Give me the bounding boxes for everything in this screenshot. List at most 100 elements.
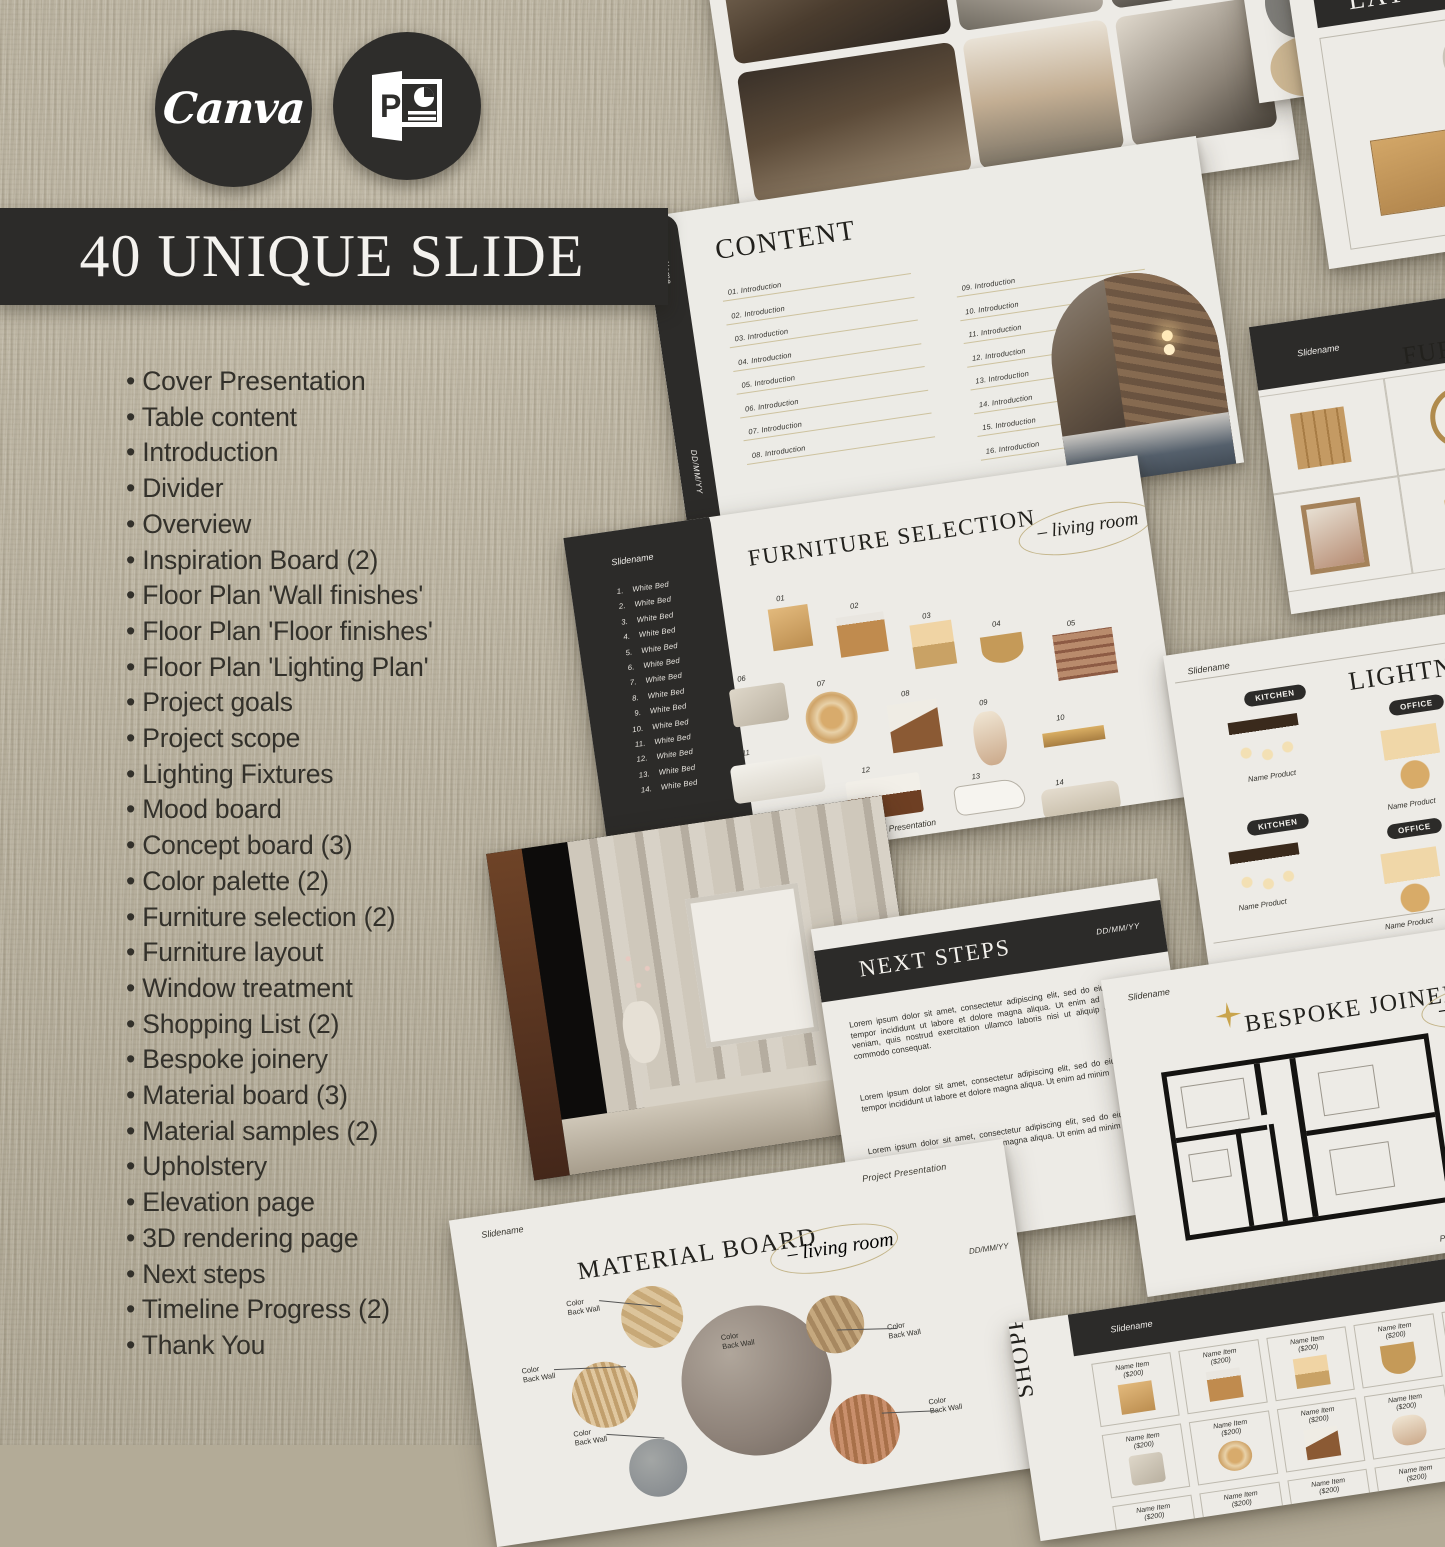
bowl-icon bbox=[979, 631, 1026, 666]
feature-list-item: Floor Plan 'Lighting Plan' bbox=[126, 650, 556, 686]
slide-title: FURNITURE SELECTION bbox=[746, 504, 1038, 571]
slide-title: CONTENT bbox=[713, 214, 859, 267]
material-label: Color Back Wall bbox=[886, 1320, 922, 1341]
room-badge-kitchen: KITCHEN bbox=[1243, 683, 1307, 708]
shopping-item-card[interactable]: Name Item($200) bbox=[1353, 1313, 1443, 1389]
shopping-item-card[interactable]: Name Item($200) bbox=[1091, 1352, 1181, 1428]
slide-footer: Project Presentation bbox=[1438, 1223, 1445, 1244]
shopping-item-thumbnail bbox=[1205, 1367, 1244, 1402]
headline-text: 40 UNIQUE SLIDE bbox=[79, 223, 585, 289]
slide-lightning[interactable]: Slidename LIGHTNING KITCHEN Name Product… bbox=[1163, 597, 1445, 983]
shopping-item-card[interactable]: Name Item($200) bbox=[1199, 1481, 1289, 1542]
product-name: Name Product bbox=[1384, 915, 1434, 932]
shopping-item-card[interactable]: Name Item($200) bbox=[1178, 1339, 1268, 1415]
shopping-item-card[interactable]: Name Item($200) bbox=[1112, 1494, 1202, 1542]
feature-list-item: Bespoke joinery bbox=[126, 1042, 556, 1078]
wall bbox=[1289, 1057, 1319, 1217]
layout-frame bbox=[1319, 0, 1445, 250]
shopping-item-price: ($200) bbox=[1385, 1331, 1407, 1341]
furniture-block bbox=[1329, 1141, 1396, 1196]
feature-list-item: Project scope bbox=[126, 721, 556, 757]
item-index: 4. bbox=[622, 631, 631, 642]
feature-list-item: Concept board (3) bbox=[126, 828, 556, 864]
item-number: 08 bbox=[900, 688, 911, 699]
item-number: 13 bbox=[970, 771, 981, 782]
rattan-rug-icon bbox=[802, 688, 862, 748]
wall bbox=[1268, 1123, 1288, 1222]
vase-icon bbox=[970, 709, 1010, 768]
feature-list-item: Lighting Fixtures bbox=[126, 757, 556, 793]
shopping-item-card[interactable]: Name Item($200) bbox=[1364, 1384, 1445, 1460]
wall bbox=[1253, 1063, 1268, 1116]
item-number: 01 bbox=[775, 593, 786, 604]
table-lamp-icon bbox=[1380, 722, 1445, 793]
shopping-item-card[interactable]: Name Item($200) bbox=[1276, 1397, 1366, 1473]
shopping-item-thumbnail bbox=[1128, 1451, 1167, 1486]
floor-plan-drawing bbox=[1160, 1033, 1445, 1241]
item-label: White Bed bbox=[653, 731, 692, 747]
chandelier-icon bbox=[1228, 842, 1305, 899]
armchair-icon bbox=[886, 698, 943, 754]
shopping-item-price: ($200) bbox=[1395, 1402, 1417, 1413]
slide-bespoke-joinery[interactable]: Slidename BESPOKE JOINERY – living Proje… bbox=[1100, 919, 1445, 1297]
feature-list-item: Mood board bbox=[126, 792, 556, 828]
item-index: 5. bbox=[624, 647, 633, 657]
shopping-item-price: ($200) bbox=[1406, 1473, 1428, 1484]
shopping-item-thumbnail bbox=[1117, 1380, 1156, 1415]
item-index: 9. bbox=[633, 708, 642, 718]
feature-list-item: Next steps bbox=[126, 1257, 556, 1293]
item-label: White Bed bbox=[660, 777, 699, 792]
feature-list-item: Timeline Progress (2) bbox=[126, 1292, 556, 1328]
furniture-block bbox=[1317, 1064, 1380, 1117]
shopping-item-thumbnail bbox=[1303, 1425, 1342, 1461]
svg-text:P: P bbox=[380, 88, 401, 124]
canva-logo[interactable]: Canva bbox=[155, 30, 312, 187]
item-label: White Bed bbox=[655, 747, 694, 762]
item-label: White Bed bbox=[638, 625, 677, 640]
material-swatch-terracotta bbox=[825, 1389, 905, 1469]
room-badge-office: OFFICE bbox=[1386, 817, 1443, 841]
product-name: Name Product bbox=[1238, 896, 1288, 913]
shopping-item-card[interactable]: Name Item($200) bbox=[1101, 1423, 1191, 1499]
item-index: 13. bbox=[638, 768, 651, 780]
handle-icon bbox=[1042, 724, 1106, 748]
table-lamp-icon bbox=[909, 619, 958, 670]
item-number: 05 bbox=[1066, 618, 1076, 629]
shopping-item-price: ($200) bbox=[1231, 1499, 1253, 1510]
feature-list-item: Color palette (2) bbox=[126, 864, 556, 900]
slidename-label: Slidename bbox=[1126, 986, 1171, 1003]
powerpoint-logo[interactable]: P bbox=[333, 32, 481, 180]
feature-list-item: Furniture selection (2) bbox=[126, 900, 556, 936]
feature-list-item: Floor Plan 'Floor finishes' bbox=[126, 614, 556, 650]
item-index: 2. bbox=[618, 601, 627, 612]
fabric-swatch-icon bbox=[1052, 626, 1119, 681]
material-label: Color Back Wall bbox=[927, 1395, 963, 1416]
shopping-item-card[interactable]: Name Item($200) bbox=[1287, 1468, 1377, 1542]
cushions-icon bbox=[728, 682, 790, 728]
item-index: 8. bbox=[631, 692, 640, 703]
shopping-item-card[interactable]: Name Item($200) bbox=[1441, 1300, 1445, 1376]
item-index: 12. bbox=[635, 753, 649, 765]
feature-list-item: Table content bbox=[126, 400, 556, 436]
shopping-item-card[interactable]: Name Item($200) bbox=[1374, 1455, 1445, 1531]
shopping-item-card[interactable]: Name Item($200) bbox=[1189, 1410, 1279, 1486]
item-number: 03 bbox=[921, 610, 932, 621]
item-label: White Bed bbox=[633, 594, 672, 609]
feature-list-item: Divider bbox=[126, 471, 556, 507]
item-index: 7. bbox=[629, 677, 638, 688]
material-label: Color Back Wall bbox=[521, 1364, 556, 1385]
chandelier-icon bbox=[1227, 713, 1304, 769]
shopping-item-card[interactable]: Name Item($200) bbox=[1266, 1326, 1356, 1402]
feature-list-item: Material board (3) bbox=[126, 1078, 556, 1114]
item-label: White Bed bbox=[649, 701, 688, 716]
feature-list-item: Cover Presentation bbox=[126, 364, 556, 400]
wall-clock-icon bbox=[1426, 381, 1445, 452]
sparkle-icon bbox=[1215, 1002, 1242, 1029]
feature-list-item: Furniture layout bbox=[126, 935, 556, 971]
clock-icon bbox=[1439, 27, 1445, 87]
body-paragraph: Lorem ipsum dolor sit amet, consectetur … bbox=[859, 1053, 1136, 1114]
shopping-item-thumbnail bbox=[1292, 1354, 1331, 1389]
item-number: 14 bbox=[1054, 777, 1065, 788]
framed-art-icon bbox=[1300, 496, 1370, 575]
item-index: 11. bbox=[634, 738, 647, 749]
